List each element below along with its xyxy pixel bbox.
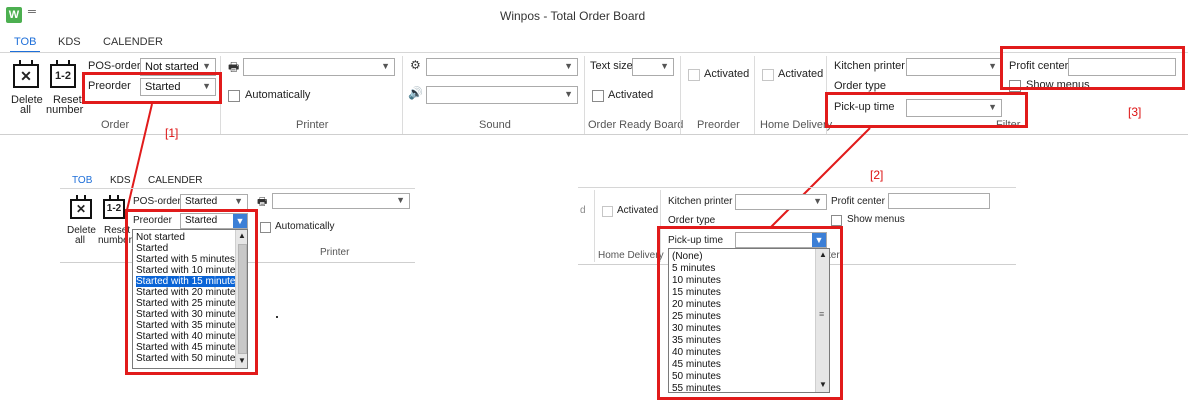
zoom2-order-type-label: Order type: [668, 215, 716, 226]
zoom2-profit-center-input[interactable]: [888, 193, 990, 209]
stray-dot: [276, 316, 278, 318]
zoom1-printer-icon: 🖶: [257, 196, 268, 208]
zoom1-tab-calender[interactable]: CALENDER: [148, 175, 202, 186]
connector-line-1: [126, 103, 153, 211]
zoom1-pos-order-value: Started: [185, 196, 218, 207]
zoom2-ribbon-line: [578, 187, 1016, 188]
zoom1-pos-order-label: POS-order: [133, 196, 181, 207]
zoom1-delete-label-2[interactable]: all: [75, 235, 85, 246]
zoom2-d-label: d: [580, 205, 586, 216]
zoom2-show-menus-label: Show menus: [847, 214, 905, 225]
chevron-down-icon: ▼: [234, 196, 243, 206]
zoom1-tab-tob[interactable]: TOB: [72, 175, 92, 186]
zoom2-kitchen-printer-label: Kitchen printer: [668, 196, 733, 207]
zoom1-auto-checkbox[interactable]: [260, 222, 271, 233]
zoom2-profit-center-label: Profit center: [831, 196, 885, 207]
chevron-down-icon: ▼: [813, 196, 822, 206]
zoom1-printer-group-label: Printer: [320, 247, 350, 258]
zoom2-home-delivery-label: Home Delivery: [598, 250, 664, 261]
zoom1-auto-label: Automatically: [275, 221, 335, 232]
zoom2-divider: [594, 190, 595, 262]
highlight-box-zoom1: [125, 209, 258, 375]
zoom1-pos-order-combo[interactable]: Started ▼: [180, 194, 248, 210]
zoom1-reset-icon[interactable]: 1-2: [103, 195, 125, 219]
zoom1-printer-combo[interactable]: ▼: [272, 193, 410, 209]
zoom1-ribbon-line: [60, 188, 415, 189]
zoom1-tab-kds[interactable]: KDS: [110, 175, 131, 186]
highlight-box-zoom2: [657, 226, 843, 400]
connector-line-2: [769, 127, 871, 229]
zoom2-show-menus-checkbox[interactable]: [831, 215, 842, 226]
zoom1-delete-icon[interactable]: ✕: [70, 195, 92, 219]
zoom2-activated-checkbox[interactable]: [602, 206, 613, 217]
chevron-down-icon: ▼: [396, 195, 405, 205]
zoom2-activated-label: Activated: [617, 205, 659, 216]
zoom2-kitchen-printer-combo[interactable]: ▼: [735, 194, 827, 210]
